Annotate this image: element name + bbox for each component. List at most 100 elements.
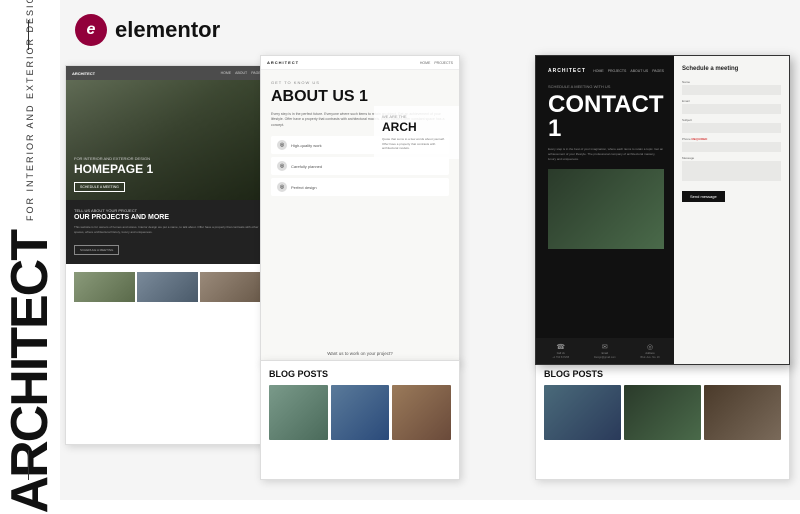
contact-call-value: +1 764 547295: [552, 356, 569, 359]
phone-icon: ☎: [556, 343, 565, 351]
form-label-subject: Subject: [682, 118, 781, 122]
contact-email-label: Email: [602, 352, 608, 355]
feature-icon-3: ◎: [277, 182, 287, 192]
contact-address-label: Address: [645, 352, 654, 355]
contact-nav-links: HOME PROJECTS ABOUT US PAGES: [593, 69, 664, 73]
contact-bottom-call: ☎ Call Us +1 764 547295: [552, 343, 569, 359]
homepage-hero: FOR INTERIOR AND EXTERIOR DESIGN HOMEPAG…: [66, 80, 269, 200]
main-content: e elementor ARCHITECT HOME ABOUT PAGES F…: [55, 0, 800, 500]
form-input-phone[interactable]: [682, 142, 781, 152]
blog-center-title: BLOG POSTS: [269, 369, 451, 379]
we-are-text: Quote that sums to a few words about you…: [382, 137, 451, 151]
blog-right-img-3: [704, 385, 781, 440]
elementor-icon: e: [75, 14, 107, 46]
form-input-name[interactable]: [682, 85, 781, 95]
form-input-email[interactable]: [682, 104, 781, 114]
contact-left: ARCHITECT HOME PROJECTS ABOUT US PAGES S…: [536, 56, 676, 364]
blog-center-img-2: [331, 385, 390, 440]
mockup-contact: ARCHITECT HOME PROJECTS ABOUT US PAGES S…: [535, 55, 790, 365]
mockups-container: ARCHITECT HOME ABOUT PAGES FOR INTERIOR …: [65, 55, 790, 490]
feature-item-2: ◎ Carefully planned: [271, 157, 449, 175]
feature-text-2: Carefully planned: [291, 164, 322, 169]
email-icon: ✉: [602, 343, 608, 351]
contact-nav-about: ABOUT US: [630, 69, 648, 73]
feature-text-3: Perfect design: [291, 185, 317, 190]
mockup-about: ARCHITECT HOME PROJECTS GET TO KNOW US A…: [260, 55, 460, 365]
blog-center-grid: [269, 385, 451, 440]
homepage-hero-subtitle: FOR INTERIOR AND EXTERIOR DESIGN: [74, 156, 261, 161]
contact-nav-home: HOME: [593, 69, 604, 73]
contact-schedule-label: SCHEDULE A MEETING WITH US: [548, 84, 664, 89]
homepage-projects: [66, 264, 269, 310]
sidebar-title: ARCHITECT: [4, 231, 56, 513]
proj-img-2: [137, 272, 198, 302]
contact-building-image: [548, 169, 664, 249]
we-are-box: WE ARE THE ARCH Quote that sums to a few…: [374, 106, 459, 159]
homepage-section-button[interactable]: SCHEDULE A MEETING: [74, 245, 119, 255]
mockup-blog-right: BLOG POSTS: [535, 360, 790, 480]
work-with-us: Want us to work on your project?: [327, 351, 393, 356]
blog-right-img-2: [624, 385, 701, 440]
homepage-nav-links: HOME ABOUT PAGES: [221, 71, 263, 75]
contact-address-value: Bivd. Ave. No. 19: [640, 356, 659, 359]
we-are-label: WE ARE THE: [382, 114, 451, 119]
contact-nav-projects: PROJECTS: [608, 69, 627, 73]
homepage-nav-about: ABOUT: [235, 71, 247, 75]
contact-right: Schedule a meeting Name Email Subject Ph…: [674, 56, 789, 364]
sidebar-subtitle: FOR INTERIOR AND EXTERIOR DESIGN: [25, 0, 35, 221]
contact-bottom-bar: ☎ Call Us +1 764 547295 ✉ Email Design@g…: [536, 338, 676, 364]
form-field-name: Name: [682, 80, 781, 95]
form-label-phone: Phone REQUIRED: [682, 137, 781, 141]
proj-img-3: [200, 272, 261, 302]
form-label-email: Email: [682, 99, 781, 103]
elementor-label: elementor: [115, 17, 220, 43]
blog-right-img-1: [544, 385, 621, 440]
contact-bottom-address: ◎ Address Bivd. Ave. No. 19: [640, 343, 659, 359]
blog-center-img-3: [392, 385, 451, 440]
form-textarea-message[interactable]: [682, 161, 781, 181]
homepage-section-text: This website is for owners of homes and …: [74, 225, 261, 234]
form-field-message: Message: [682, 156, 781, 181]
homepage-section: TELL US ABOUT YOUR PROJECT OUR PROJECTS …: [66, 200, 269, 264]
homepage-navbar: ARCHITECT HOME ABOUT PAGES: [66, 66, 269, 80]
homepage-section-label: TELL US ABOUT YOUR PROJECT: [74, 208, 261, 213]
sidebar: FOR INTERIOR AND EXTERIOR DESIGN ARCHITE…: [0, 0, 60, 500]
location-icon: ◎: [647, 343, 653, 351]
form-input-subject[interactable]: [682, 123, 781, 133]
homepage-section-heading: OUR PROJECTS AND MORE: [74, 214, 261, 221]
about-nav-links: HOME PROJECTS: [420, 61, 453, 65]
feature-icon-1: ◎: [277, 140, 287, 150]
proj-img-1: [74, 272, 135, 302]
elementor-badge: e elementor: [75, 14, 220, 46]
contact-title: CONTACT 1: [548, 93, 664, 141]
contact-nav: ARCHITECT HOME PROJECTS ABOUT US PAGES: [548, 68, 664, 74]
about-title: ABOUT US 1: [271, 88, 449, 106]
blog-center-img-1: [269, 385, 328, 440]
form-field-phone: Phone REQUIRED: [682, 137, 781, 152]
feature-item-3: ◎ Perfect design: [271, 178, 449, 196]
feature-icon-2: ◎: [277, 161, 287, 171]
mockup-homepage: ARCHITECT HOME ABOUT PAGES FOR INTERIOR …: [65, 65, 270, 445]
mockup-blog-center: BLOG POSTS: [260, 360, 460, 480]
form-field-subject: Subject: [682, 118, 781, 133]
form-label-message: Message: [682, 156, 781, 160]
homepage-logo: ARCHITECT: [72, 71, 95, 76]
form-field-email: Email: [682, 99, 781, 114]
homepage-hero-button[interactable]: SCHEDULE A MEETING: [74, 182, 125, 192]
form-send-button[interactable]: Send message: [682, 191, 725, 202]
about-navbar: ARCHITECT HOME PROJECTS: [261, 56, 459, 70]
sidebar-vertical-text: FOR INTERIOR AND EXTERIOR DESIGN ARCHITE…: [4, 0, 56, 514]
form-label-name: Name: [682, 80, 781, 84]
deco-line-bottom: [28, 450, 29, 480]
form-title: Schedule a meeting: [682, 66, 781, 72]
we-are-title: ARCH: [382, 120, 451, 134]
contact-bottom-email: ✉ Email Design@gmail.com: [594, 343, 616, 359]
blog-right-title: BLOG POSTS: [544, 369, 781, 379]
feature-text-1: High-quality work: [291, 143, 322, 148]
about-logo: ARCHITECT: [267, 60, 299, 65]
homepage-proj-grid: [74, 272, 261, 302]
homepage-nav-home: HOME: [221, 71, 232, 75]
blog-right-grid: [544, 385, 781, 440]
about-nav-home: HOME: [420, 61, 431, 65]
contact-call-label: Call Us: [557, 352, 565, 355]
